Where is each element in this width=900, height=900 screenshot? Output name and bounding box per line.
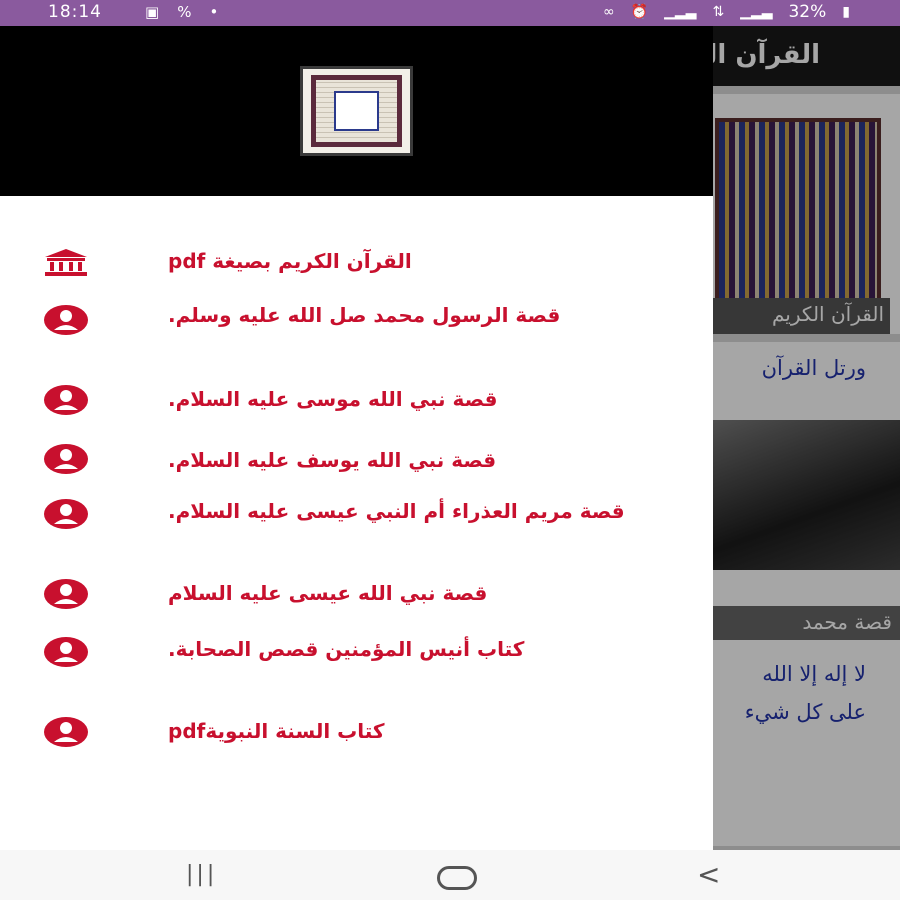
menu-item-label: كتاب أنيس المؤمنين قصص الصحابة. xyxy=(168,637,525,661)
menu-item-label: قصة نبي الله عيسى عليه السلام xyxy=(168,581,488,605)
battery-icon: ▮ xyxy=(842,4,850,20)
account-circle-icon xyxy=(44,579,88,609)
status-bar: 18:14 ▣ % • ∞ ⏰ ▁▂▃ ⇅ ▁▂▃ 32% ▮ xyxy=(0,0,900,26)
account-circle-icon xyxy=(44,637,88,667)
battery-level: 32% xyxy=(788,2,827,22)
account-circle-icon xyxy=(44,499,88,529)
quran-page-image xyxy=(300,66,413,156)
account-circle-icon xyxy=(44,717,88,747)
menu-item-label: قصة الرسول محمد صل الله عليه وسلم. xyxy=(168,303,561,327)
menu-item-label: القرآن الكريم بصيغة pdf xyxy=(168,249,412,273)
gallery-icon: ▣ xyxy=(145,3,160,21)
system-navigation-bar: ||| < xyxy=(0,850,900,900)
account-circle-icon xyxy=(44,305,88,335)
account-circle-icon xyxy=(44,444,88,474)
data-arrows-icon: ⇅ xyxy=(712,4,725,20)
signal-icon: ▁▂▃ xyxy=(664,4,697,20)
navigation-drawer: القرآن الكريم بصيغة pdf قصة الرسول محمد … xyxy=(0,26,713,850)
bank-icon xyxy=(45,249,87,276)
menu-item-label: قصة مريم العذراء أم النبي عيسى عليه السل… xyxy=(168,499,625,523)
menu-item-label: كتاب السنة النبويةpdf xyxy=(168,719,385,743)
alarm-icon: ⏰ xyxy=(630,4,649,20)
clock: 18:14 xyxy=(48,2,102,22)
drawer-header xyxy=(0,26,713,196)
signal-icon-2: ▁▂▃ xyxy=(740,4,773,20)
account-circle-icon xyxy=(44,385,88,415)
recents-icon[interactable]: ||| xyxy=(186,862,217,887)
link-icon: ∞ xyxy=(603,4,615,20)
menu-item-label: قصة نبي الله يوسف عليه السلام. xyxy=(168,448,497,472)
home-icon[interactable] xyxy=(437,866,477,890)
back-icon[interactable]: < xyxy=(697,858,720,891)
menu-item-label: قصة نبي الله موسى عليه السلام. xyxy=(168,387,498,411)
vpn-icon: % xyxy=(177,3,192,21)
dot-icon: • xyxy=(209,3,219,21)
